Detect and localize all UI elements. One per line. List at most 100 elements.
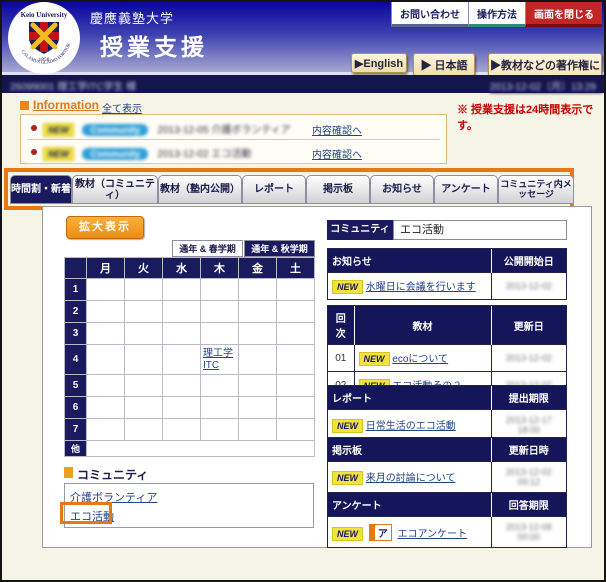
survey-table: アンケート 回答期限 NEW ア エコアンケート 2013-12-08 00:0… [327,492,567,548]
material-date: 2013-12-02 [491,345,566,372]
day-header: 木 [201,258,239,279]
page-title: 授業支援 [100,28,208,62]
material-no: 01 [328,345,354,372]
tab-materials-community[interactable]: 教材（コミュニティ） [72,175,158,204]
report-header: レポート [328,386,491,410]
community-badge: Community [82,148,148,160]
tab-timetable-new[interactable]: 時間割・新着 [10,175,72,204]
university-name: 慶應義塾大学 [90,8,174,27]
table-row: NEW 来月の討論について 2013-12-02 09:12 [328,462,566,493]
news-item-link[interactable]: 水曜日に会議を行います [366,282,476,293]
help-button[interactable]: 操作方法 [468,2,525,27]
main-tab-bar: 時間割・新着 教材（コミュニティ） 教材（塾内公開） レポート 掲示板 お知らせ… [10,175,574,204]
survey-date: 2013-12-08 00:00 [491,517,566,548]
survey-type-icon: ア [369,524,392,541]
tab-board[interactable]: 掲示板 [306,175,370,204]
svg-text:Keio University: Keio University [21,11,68,19]
report-table: レポート 提出期限 NEW 日常生活のエコ活動 2013-12-17 18:00 [327,385,567,441]
new-badge: NEW [332,280,363,294]
report-link[interactable]: 日常生活のエコ活動 [366,421,456,432]
tab-survey[interactable]: アンケート [434,175,498,204]
course-link[interactable]: 理工学 [203,348,233,359]
tab-fall-semester[interactable]: 通年 & 秋学期 [244,240,315,257]
tab-community-message[interactable]: コミュニティ内メッセージ [498,175,574,204]
survey-header: アンケート [328,493,491,517]
lms-window: Keio University 1858 CALAMVS GLADIO FORT… [0,0,606,582]
news-date: 2013-12-02 [491,273,566,300]
period-label: 6 [65,397,87,419]
english-button[interactable]: ▶English [351,53,407,73]
enlarge-view-button[interactable]: 拡大表示 [66,216,144,239]
logged-in-user: 26099001 理工学ITC学生 様 [10,78,136,93]
header-utility-buttons: お問い合わせ 操作方法 画面を閉じる [391,2,602,27]
period-label: 7 [65,419,87,441]
bullet-icon [31,149,37,155]
information-box: NEW Community 2013-12-05 介護ボランティア 内容確認へ … [20,114,447,164]
board-table: 掲示板 更新日時 NEW 来月の討論について 2013-12-02 09:12 [327,437,567,493]
tab-report[interactable]: レポート [242,175,306,204]
show-all-link[interactable]: 全て表示 [102,100,142,115]
period-label: 2 [65,301,87,323]
close-screen-button[interactable]: 画面を閉じる [525,2,602,27]
tab-news[interactable]: お知らせ [370,175,434,204]
information-heading: Information [33,98,99,112]
bullet-icon [31,125,37,131]
day-header: 火 [125,258,163,279]
news-header: お知らせ [328,249,491,273]
user-status-bar: 26099001 理工学ITC学生 様 2013-12-02（月）13:29 [2,75,604,93]
materials-no-header: 回次 [328,306,354,345]
new-badge: NEW [359,352,390,366]
period-label: 3 [65,323,87,345]
annotation-highlight-eco [60,502,112,524]
board-date-header: 更新日時 [491,438,566,462]
board-header: 掲示板 [328,438,491,462]
tab-materials-public[interactable]: 教材（塾内公開） [158,175,242,204]
board-link[interactable]: 来月の討論について [366,473,456,484]
day-header: 水 [163,258,201,279]
japanese-button[interactable]: ▶ 日本語 [413,53,475,76]
new-badge: NEW [332,471,363,485]
new-badge: NEW [332,419,363,433]
table-row: NEW 水曜日に会議を行います 2013-12-02 [328,273,566,300]
period-label: 1 [65,279,87,301]
board-date: 2013-12-02 09:12 [491,462,566,493]
table-row: NEW 日常生活のエコ活動 2013-12-17 18:00 [328,410,566,441]
new-badge: NEW [43,147,74,161]
info-row-text: 2013-12-05 介護ボランティア [157,125,290,136]
timetable: 月 火 水 木 金 土 1 2 3 4 理工学 ITC 5 6 7 他 [64,257,315,457]
confirm-content-link[interactable]: 内容確認へ [312,146,362,161]
confirm-content-link[interactable]: 内容確認へ [312,122,362,137]
community-heading: コミュニティ [77,466,148,483]
community-badge: Community [82,124,148,136]
new-badge: NEW [332,527,363,541]
materials-date-header: 更新日 [491,306,566,345]
materials-header: 教材 [354,306,491,345]
material-link[interactable]: ecoについて [392,354,448,365]
table-row: NEW ア エコアンケート 2013-12-08 00:00 [328,517,566,548]
news-date-header: 公開開始日 [491,249,566,273]
report-date-header: 提出期限 [491,386,566,410]
community-bullet-square [64,467,73,478]
course-link[interactable]: ITC [203,360,219,371]
new-badge: NEW [43,123,74,137]
report-date: 2013-12-17 18:00 [491,410,566,441]
24h-notice: ※ 授業支援は24時間表示です。 [457,101,604,133]
survey-link[interactable]: エコアンケート [398,529,468,540]
news-table: お知らせ 公開開始日 NEW 水曜日に会議を行います 2013-12-02 [327,248,567,300]
community-field-value: エコ活動 [393,220,567,240]
tab-spring-semester[interactable]: 通年 & 春学期 [172,240,243,257]
current-datetime: 2013-12-02（月）13:29 [490,78,596,93]
information-row: NEW Community 2013-12-02 エコ活動 内容確認へ [27,140,440,164]
timetable-course-cell: 理工学 ITC [201,345,239,375]
period-label: 4 [65,345,87,375]
day-header: 月 [87,258,125,279]
day-header: 金 [239,258,277,279]
table-row: 01 NEW ecoについて 2013-12-02 [328,345,566,372]
info-row-text: 2013-12-02 エコ活動 [157,149,251,160]
contact-button[interactable]: お問い合わせ [391,2,468,27]
day-header: 土 [277,258,315,279]
keio-emblem-logo: Keio University 1858 CALAMVS GLADIO FORT… [8,2,80,74]
information-bullet-square [20,101,29,110]
community-field-label: コミュニティ [327,220,393,240]
information-row: NEW Community 2013-12-05 介護ボランティア 内容確認へ [27,116,440,140]
